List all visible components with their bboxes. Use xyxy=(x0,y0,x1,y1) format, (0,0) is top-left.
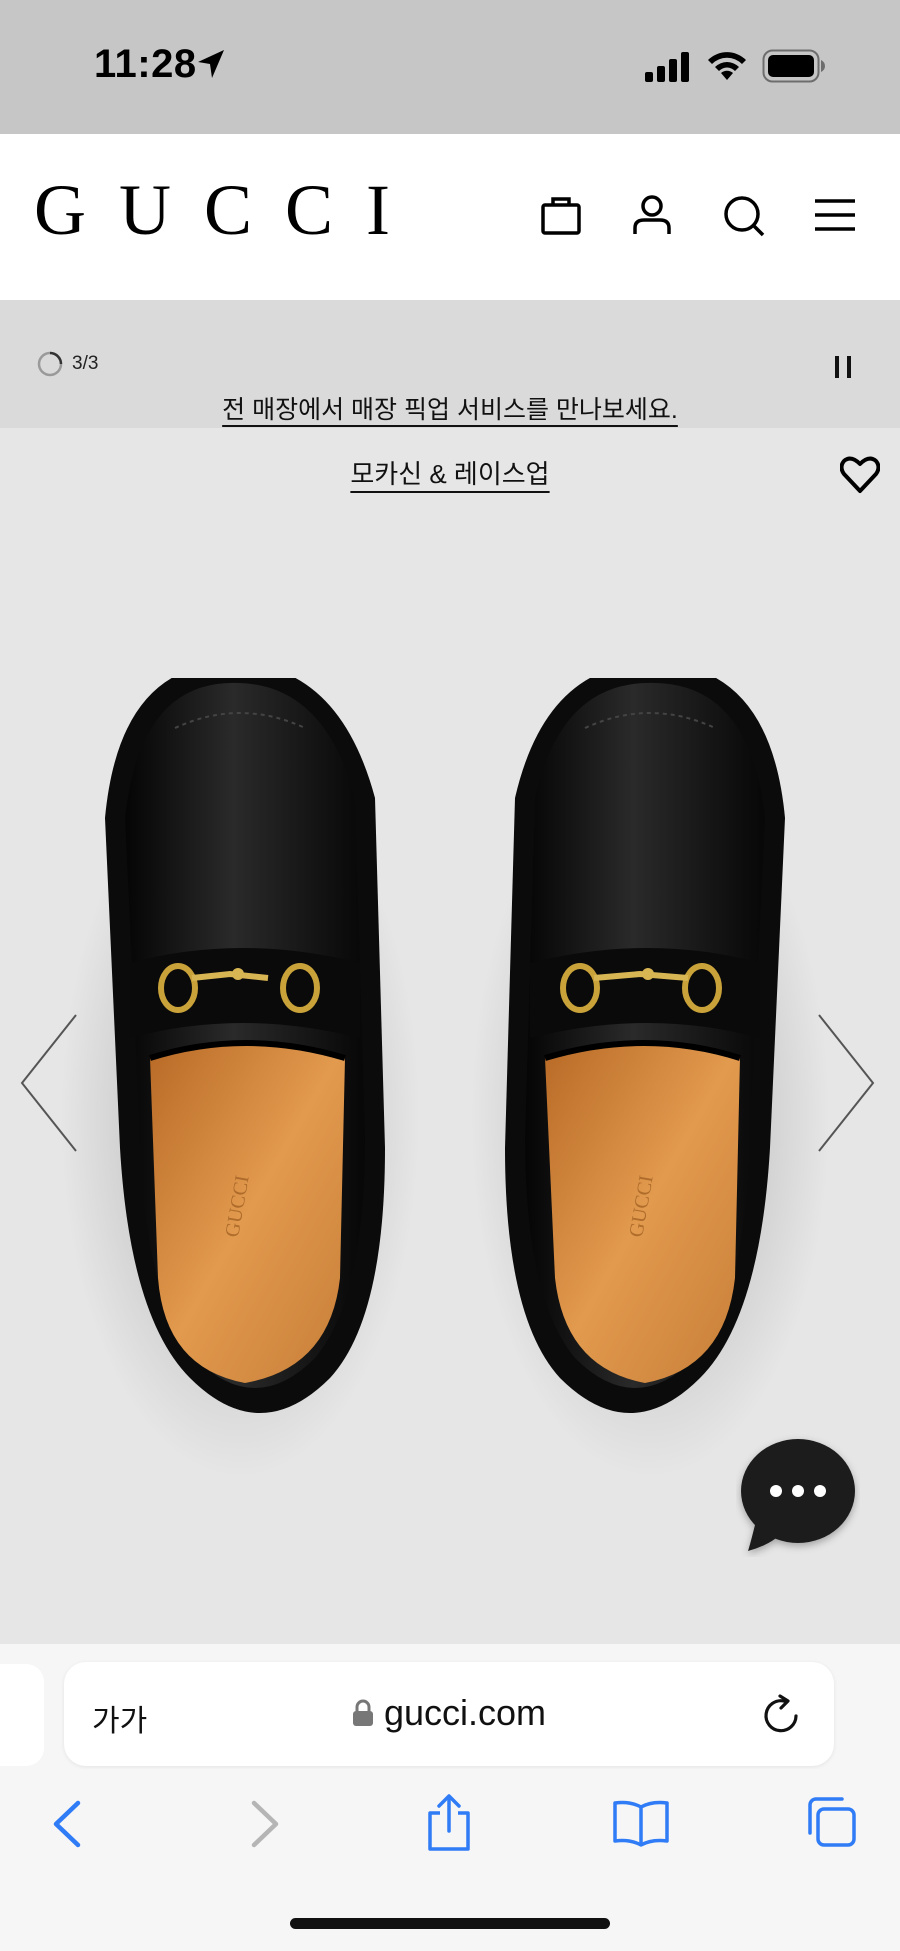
shopping-bag-icon[interactable] xyxy=(540,194,582,236)
loafer-product-image: GUCCI GUCCI xyxy=(60,678,830,1478)
bookmarks-icon[interactable] xyxy=(612,1799,670,1847)
forward-arrow-icon[interactable] xyxy=(244,1799,284,1849)
product-gallery: 모카신 & 레이스업 GUCCI GUCCI xyxy=(0,428,900,1644)
status-bar: 11:28 xyxy=(0,0,900,134)
gucci-logo[interactable]: GUCCI xyxy=(34,174,423,246)
previous-image-arrow-icon[interactable] xyxy=(20,1013,80,1153)
progress-ring-icon xyxy=(37,351,63,377)
account-icon[interactable] xyxy=(632,194,672,236)
pause-icon[interactable] xyxy=(832,354,856,380)
wishlist-heart-icon[interactable] xyxy=(840,456,880,494)
battery-icon xyxy=(762,49,825,83)
next-image-arrow-icon[interactable] xyxy=(815,1013,875,1153)
status-time: 11:28 xyxy=(94,42,197,86)
chat-bubble-icon[interactable] xyxy=(736,1433,860,1557)
previous-tab-preview[interactable] xyxy=(0,1664,44,1766)
category-link-text[interactable]: 모카신 & 레이스업 xyxy=(350,459,549,489)
home-indicator[interactable] xyxy=(290,1918,610,1929)
category-breadcrumb[interactable]: 모카신 & 레이스업 xyxy=(0,454,900,491)
reload-icon[interactable] xyxy=(762,1694,802,1736)
url-display[interactable]: gucci.com xyxy=(64,1692,834,1734)
tabs-icon[interactable] xyxy=(804,1795,858,1849)
right-loafer: GUCCI xyxy=(470,678,830,1478)
promo-message-text[interactable]: 전 매장에서 매장 픽업 서비스를 만나보세요. xyxy=(222,396,678,424)
left-loafer: GUCCI xyxy=(60,678,420,1478)
wifi-icon xyxy=(708,52,746,80)
slide-counter-text: 3/3 xyxy=(72,353,99,374)
share-icon[interactable] xyxy=(424,1793,474,1853)
promo-banner: 3/3 전 매장에서 매장 픽업 서비스를 만나보세요. xyxy=(0,300,900,428)
search-icon[interactable] xyxy=(722,194,766,238)
menu-icon[interactable] xyxy=(815,198,855,232)
promo-message-link[interactable]: 전 매장에서 매장 픽업 서비스를 만나보세요. xyxy=(0,390,900,426)
site-header: GUCCI xyxy=(0,134,900,300)
address-bar[interactable]: 가가 gucci.com xyxy=(64,1662,834,1766)
lock-icon xyxy=(352,1699,373,1726)
location-arrow-icon xyxy=(198,50,224,78)
slide-counter: 3/3 xyxy=(36,350,98,378)
url-text[interactable]: gucci.com xyxy=(384,1692,546,1734)
cellular-signal-icon xyxy=(645,52,689,82)
browser-address-area: 가가 gucci.com xyxy=(0,1644,900,1769)
back-arrow-icon[interactable] xyxy=(48,1799,88,1849)
